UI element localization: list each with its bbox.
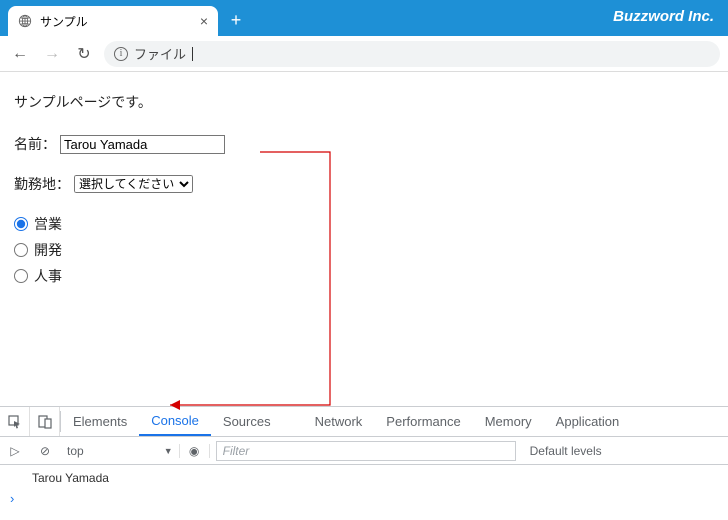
tab-memory[interactable]: Memory — [473, 407, 544, 436]
devtools-panel: Elements Console Sources Network Perform… — [0, 406, 728, 520]
context-selector[interactable]: top ▼ — [61, 444, 180, 458]
tab-performance[interactable]: Performance — [374, 407, 472, 436]
name-row: 名前： — [14, 134, 714, 154]
new-tab-button[interactable]: + — [222, 6, 250, 34]
clear-icon[interactable]: ⊘ — [30, 444, 60, 458]
radio-sales[interactable]: 営業 — [14, 214, 714, 234]
tab-elements[interactable]: Elements — [61, 407, 139, 436]
console-toolbar: ▷ ⊘ top ▼ ◉ Filter Default levels — [0, 437, 728, 465]
intro-text: サンプルページです。 — [14, 92, 714, 112]
tab-console[interactable]: Console — [139, 407, 211, 436]
page-content: サンプルページです。 名前： 勤務地： 選択してください 営業 開発 人事 — [0, 72, 728, 362]
reload-button[interactable]: ↻ — [72, 42, 96, 66]
radio-hr[interactable]: 人事 — [14, 266, 714, 286]
brand-label: Buzzword Inc. — [613, 8, 714, 25]
location-label: 勤務地： — [14, 174, 70, 194]
close-icon[interactable]: × — [200, 13, 208, 29]
dept-radio-group: 営業 開発 人事 — [14, 214, 714, 286]
console-prompt[interactable]: › — [0, 489, 728, 508]
devtools-tabs: Elements Console Sources Network Perform… — [0, 407, 728, 437]
location-select[interactable]: 選択してください — [74, 175, 193, 193]
globe-icon — [18, 14, 32, 28]
filter-input[interactable]: Filter — [216, 441, 516, 461]
text-cursor — [192, 47, 193, 61]
name-label: 名前： — [14, 134, 56, 154]
location-row: 勤務地： 選択してください — [14, 174, 714, 194]
tab-application[interactable]: Application — [544, 407, 632, 436]
name-input[interactable] — [60, 135, 225, 154]
info-icon[interactable]: i — [114, 47, 128, 61]
browser-toolbar: ← → ↻ i ファイル — [0, 36, 728, 72]
inspect-icon[interactable] — [0, 407, 30, 436]
address-bar[interactable]: i ファイル — [104, 41, 720, 67]
back-button[interactable]: ← — [8, 42, 32, 66]
radio-dev[interactable]: 開発 — [14, 240, 714, 260]
tab-sources[interactable]: Sources — [211, 407, 283, 436]
play-icon[interactable]: ▷ — [0, 444, 30, 458]
tab-title: サンプル — [40, 13, 88, 30]
browser-tab[interactable]: サンプル × — [8, 6, 218, 36]
browser-tab-strip: サンプル × + Buzzword Inc. — [0, 0, 728, 36]
device-icon[interactable] — [30, 407, 60, 436]
log-levels[interactable]: Default levels — [522, 444, 610, 458]
url-text: ファイル — [134, 44, 186, 63]
console-output: Tarou Yamada › — [0, 465, 728, 520]
live-expression-icon[interactable]: ◉ — [180, 444, 210, 458]
tab-network[interactable]: Network — [303, 407, 375, 436]
console-log-line: Tarou Yamada — [0, 469, 728, 489]
forward-button[interactable]: → — [40, 42, 64, 66]
chevron-down-icon: ▼ — [164, 446, 173, 456]
